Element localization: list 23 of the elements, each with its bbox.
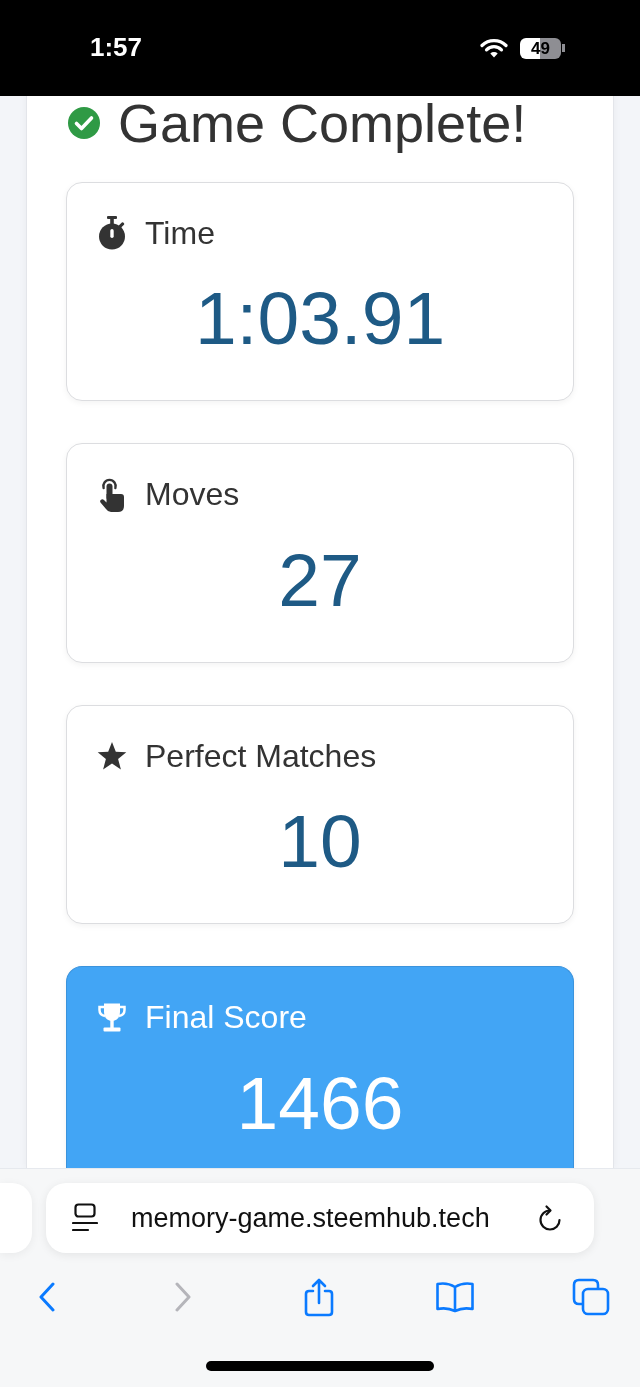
stat-label: Final Score (145, 998, 307, 1037)
trophy-icon (97, 1002, 127, 1033)
stat-value: 10 (277, 798, 363, 886)
stat-value: 1466 (235, 1059, 405, 1147)
stat-label: Perfect Matches (145, 736, 377, 776)
reload-icon[interactable] (538, 1204, 562, 1232)
stat-value: 27 (277, 536, 363, 624)
chevron-left-icon[interactable] (37, 1282, 56, 1312)
pointing-hand-icon (97, 477, 127, 512)
check-circle-icon (68, 107, 100, 139)
stat-label: Time (145, 214, 215, 253)
star-icon (97, 740, 127, 771)
stat-value: 1:03.91 (193, 275, 447, 363)
stopwatch-icon (97, 216, 127, 251)
address-bar[interactable]: memory-game.steemhub.tech (46, 1183, 594, 1253)
open-book-icon[interactable] (434, 1281, 475, 1313)
status-time: 1:57 (90, 32, 143, 64)
tabs-icon[interactable] (571, 1278, 610, 1316)
wifi-icon (480, 38, 508, 58)
share-icon[interactable] (302, 1277, 335, 1317)
stat-label: Moves (145, 475, 240, 514)
url-text: memory-game.steemhub.tech (131, 1201, 491, 1235)
page-menu-icon[interactable] (72, 1203, 98, 1233)
